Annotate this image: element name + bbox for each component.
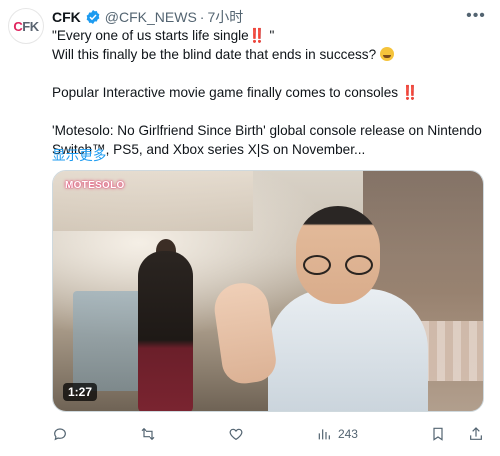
tweet-line-5: Switch™, PS5, and Xbox series X|S on Nov… — [52, 142, 366, 157]
right-actions — [430, 426, 484, 442]
tweet-line-3: Popular Interactive movie game finally c… — [52, 83, 492, 102]
views-button[interactable]: 243 — [316, 426, 358, 442]
woman-figure — [138, 251, 193, 411]
video-thumbnail — [53, 171, 483, 411]
man-body — [268, 289, 428, 411]
author-handle[interactable]: @CFK_NEWS — [105, 9, 197, 25]
video-overlay-title: MOTESOLO — [65, 180, 125, 191]
like-button[interactable] — [228, 426, 244, 442]
retweet-button[interactable] — [140, 426, 156, 442]
avatar[interactable]: C FK — [8, 8, 44, 44]
tweet-text: "Every one of us starts life single‼️ " … — [52, 26, 492, 159]
avatar-logo-fk: FK — [22, 18, 39, 34]
double-exclamation-emoji: ‼️ — [401, 85, 419, 100]
show-more-link[interactable]: 显示更多 — [52, 144, 106, 164]
views-count: 243 — [337, 427, 358, 441]
man-glasses — [303, 255, 373, 275]
views-chart-icon — [318, 429, 330, 440]
verified-badge-icon — [86, 10, 100, 24]
double-exclamation-emoji: ‼️ — [248, 28, 266, 43]
bookmark-icon — [433, 427, 443, 441]
tweet-line-1-text: "Every one of us starts life single — [52, 28, 249, 43]
tweet-line-2-text: Will this finally be the blind date that… — [52, 47, 377, 62]
reply-icon — [54, 428, 66, 441]
tweet-line-1-end: " — [265, 28, 275, 43]
bookmark-button[interactable] — [430, 426, 446, 442]
share-button[interactable] — [468, 426, 484, 442]
tweet-line-2: Will this finally be the blind date that… — [52, 45, 492, 64]
tweet-line-4: 'Motesolo: No Girlfriend Since Birth' gl… — [52, 123, 482, 138]
share-icon — [470, 427, 482, 440]
retweet-icon — [141, 427, 155, 441]
more-options-icon[interactable]: ••• — [466, 6, 486, 26]
separator-dot: · — [199, 9, 205, 25]
post-time[interactable]: 7小时 — [207, 7, 243, 27]
video-player[interactable]: MOTESOLO 1:27 — [52, 170, 484, 412]
video-duration-badge: 1:27 — [63, 383, 98, 401]
sweat-smile-emoji-icon — [379, 47, 394, 61]
author-name[interactable]: CFK — [52, 9, 81, 25]
avatar-logo-c: C — [13, 18, 23, 34]
tweet-actions: 243 — [52, 424, 484, 444]
reply-button[interactable] — [52, 426, 68, 442]
tweet-line-3-text: Popular Interactive movie game finally c… — [52, 85, 399, 100]
waving-hand — [211, 279, 279, 387]
heart-icon — [229, 428, 243, 441]
tweet-line-1: "Every one of us starts life single‼️ " — [52, 26, 492, 45]
tweet-header: CFK @CFK_NEWS · 7小时 — [52, 8, 460, 26]
